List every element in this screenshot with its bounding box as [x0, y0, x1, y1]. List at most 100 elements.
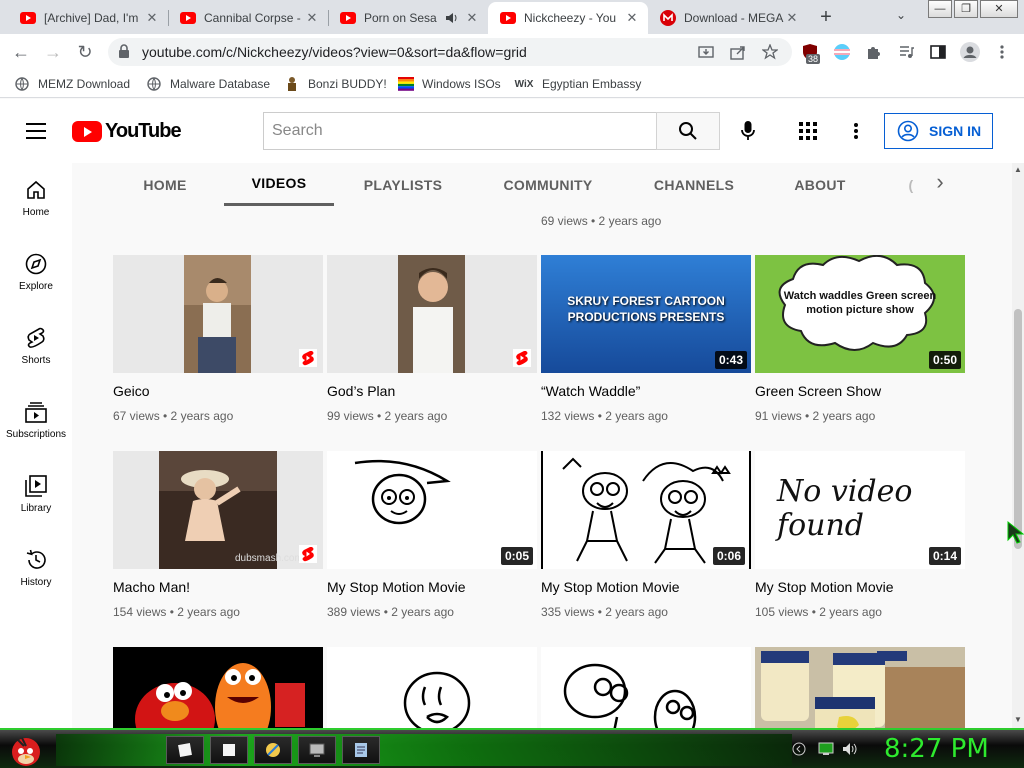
close-tab-icon[interactable]: ✕ [144, 10, 160, 26]
share-icon[interactable] [730, 44, 746, 63]
trans-flag-extension-icon[interactable] [832, 42, 852, 62]
close-window-button[interactable]: ✕ [980, 0, 1018, 18]
video-card[interactable]: God’s Plan 99 views • 2 years ago [327, 255, 537, 423]
taskbar-app-document-icon[interactable] [210, 736, 248, 764]
video-card[interactable]: No video found 0:14 My Stop Motion Movie… [755, 451, 965, 619]
video-card[interactable]: Geico 67 views • 2 years ago [113, 255, 323, 423]
search-box[interactable] [263, 112, 657, 150]
video-card[interactable]: SKRUY FOREST CARTOON PRODUCTIONS PRESENT… [541, 255, 751, 423]
youtube-logo[interactable]: YouTube [72, 120, 182, 143]
sign-in-button[interactable]: SIGN IN [884, 113, 993, 149]
profile-avatar-icon[interactable] [960, 42, 980, 62]
close-tab-icon[interactable]: ✕ [464, 10, 480, 26]
video-thumbnail[interactable]: Watch waddles Green screen motion pictur… [755, 255, 965, 373]
scroll-up-arrow-icon[interactable]: ▲ [1014, 165, 1022, 174]
page-scrollbar[interactable]: ▲ ▼ [1012, 163, 1024, 728]
network-tray-icon[interactable] [818, 742, 834, 759]
video-card[interactable] [541, 647, 751, 728]
video-thumbnail[interactable]: SKRUY FOREST CARTOON PRODUCTIONS PRESENT… [541, 255, 751, 373]
extensions-puzzle-icon[interactable] [864, 42, 884, 62]
lock-icon[interactable] [118, 44, 130, 63]
video-card[interactable]: dubsmash.com Macho Man! 154 views • 2 ye… [113, 451, 323, 619]
browser-tab-3[interactable]: Porn on Sesa ✕ [328, 2, 488, 34]
settings-kebab-icon[interactable] [844, 119, 868, 143]
tab-search-partial-icon[interactable]: ( [906, 163, 916, 206]
video-thumbnail[interactable] [755, 647, 965, 728]
video-thumbnail[interactable] [327, 647, 537, 728]
install-app-icon[interactable] [698, 44, 714, 63]
video-card[interactable]: 0:05 My Stop Motion Movie 389 views • 2 … [327, 451, 537, 619]
video-title[interactable]: Macho Man! [113, 579, 323, 595]
browser-tab-2[interactable]: Cannibal Corpse - ✕ [168, 2, 328, 34]
sidebar-item-shorts[interactable]: Shorts [0, 311, 72, 385]
sidebar-item-subscriptions[interactable]: Subscriptions [0, 385, 72, 459]
search-button[interactable] [656, 112, 720, 150]
taskbar-app-notes-icon[interactable] [342, 736, 380, 764]
scroll-down-arrow-icon[interactable]: ▼ [1014, 715, 1022, 724]
microphone-icon[interactable] [736, 119, 760, 143]
taskbar-app-notepad-icon[interactable] [166, 736, 204, 764]
start-button-angry-bird-icon[interactable] [4, 730, 48, 768]
video-card[interactable] [327, 647, 537, 728]
bookmark-memz-download[interactable]: MEMZ Download [14, 76, 130, 92]
video-card[interactable]: Watch waddles Green screen motion pictur… [755, 255, 965, 423]
scrollbar-thumb[interactable] [1014, 309, 1022, 549]
video-title[interactable]: My Stop Motion Movie [755, 579, 965, 595]
video-thumbnail[interactable] [113, 647, 323, 728]
video-thumbnail[interactable]: No video found 0:14 [755, 451, 965, 569]
bookmark-star-icon[interactable] [761, 43, 779, 63]
video-thumbnail[interactable] [113, 255, 323, 373]
bookmark-bonzi-buddy[interactable]: Bonzi BUDDY! [284, 76, 387, 92]
video-title[interactable]: “Watch Waddle” [541, 383, 751, 399]
media-control-icon[interactable] [896, 42, 916, 62]
address-bar[interactable]: youtube.com/c/Nickcheezy/videos?view=0&s… [108, 38, 792, 66]
browser-menu-kebab-icon[interactable] [992, 42, 1012, 62]
ublock-extension-icon[interactable]: 38 [800, 42, 821, 64]
tab-playlists[interactable]: PLAYLISTS [348, 163, 458, 206]
speaker-icon[interactable] [444, 10, 460, 26]
search-input[interactable] [264, 113, 656, 149]
url-text[interactable]: youtube.com/c/Nickcheezy/videos?view=0&s… [142, 44, 527, 60]
video-thumbnail[interactable]: 0:05 [327, 451, 537, 569]
bookmark-windows-isos[interactable]: Windows ISOs [398, 76, 501, 92]
video-title[interactable]: Geico [113, 383, 323, 399]
tab-videos[interactable]: VIDEOS [224, 163, 334, 206]
tab-channels[interactable]: CHANNELS [642, 163, 746, 206]
video-card[interactable] [755, 647, 965, 728]
browser-tab-1[interactable]: [Archive] Dad, I'm ✕ [8, 2, 168, 34]
sidebar-item-explore[interactable]: Explore [0, 237, 72, 311]
back-arrow-icon[interactable]: ← [10, 42, 32, 64]
bookmark-egyptian-embassy[interactable]: WiX Egyptian Embassy [514, 76, 642, 92]
bookmark-malware-database[interactable]: Malware Database [146, 76, 270, 92]
video-thumbnail[interactable]: 0:06 [541, 451, 751, 569]
taskbar-clock[interactable]: 8:27 PM [884, 734, 989, 764]
video-card[interactable] [113, 647, 323, 728]
tray-chevron-icon[interactable] [792, 742, 806, 759]
tab-search-chevron-icon[interactable]: ⌄ [896, 8, 906, 22]
guide-menu-icon[interactable] [26, 123, 46, 139]
video-title[interactable]: My Stop Motion Movie [327, 579, 537, 595]
chevron-right-icon[interactable]: › [928, 171, 952, 195]
sidebar-item-history[interactable]: History [0, 533, 72, 607]
new-tab-button[interactable]: + [814, 6, 838, 30]
sidebar-item-library[interactable]: Library [0, 459, 72, 533]
maximize-button[interactable]: ❐ [954, 0, 978, 18]
close-tab-icon[interactable]: ✕ [304, 10, 320, 26]
tab-community[interactable]: COMMUNITY [492, 163, 604, 206]
browser-tab-5[interactable]: Download - MEGA ✕ [648, 2, 808, 34]
reload-icon[interactable]: ↻ [74, 42, 96, 64]
taskbar-app-paint-icon[interactable] [254, 736, 292, 764]
tab-home[interactable]: HOME [122, 163, 208, 206]
apps-grid-icon[interactable] [796, 119, 820, 143]
video-thumbnail[interactable]: dubsmash.com [113, 451, 323, 569]
video-title[interactable]: My Stop Motion Movie [541, 579, 751, 595]
video-title[interactable]: God’s Plan [327, 383, 537, 399]
video-thumbnail[interactable] [327, 255, 537, 373]
tab-about[interactable]: ABOUT [782, 163, 858, 206]
side-panel-icon[interactable] [928, 42, 948, 62]
minimize-button[interactable]: — [928, 0, 952, 18]
close-tab-icon[interactable]: ✕ [784, 10, 800, 26]
sidebar-item-home[interactable]: Home [0, 163, 72, 237]
video-thumbnail[interactable] [541, 647, 751, 728]
close-tab-icon[interactable]: ✕ [624, 10, 640, 26]
